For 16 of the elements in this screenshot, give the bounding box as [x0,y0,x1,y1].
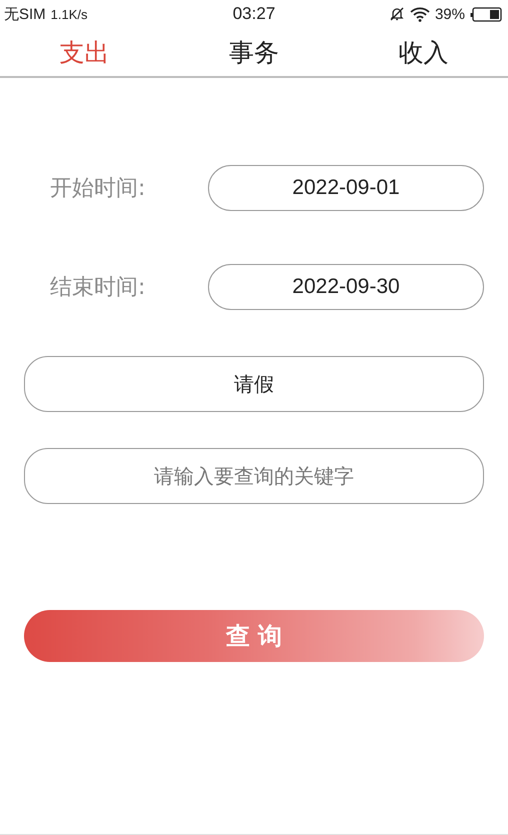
field-label: 开始时间: [50,175,146,203]
muted-bell-icon [388,6,405,22]
wifi-icon [410,6,430,22]
search-field[interactable]: 请输入要查询的关键字 [24,448,484,504]
tab[interactable]: 支出 [0,28,170,76]
battery-icon [470,6,502,22]
field-label: 结束时间: [50,274,146,302]
battery-percent: 39% [434,6,465,22]
clock: 03:27 [232,4,276,24]
date-field[interactable]: 2022-09-30 [208,264,484,310]
category-field[interactable]: 请假 [24,356,484,412]
network-speed: 1.1K/s [50,6,88,22]
date-field[interactable]: 2022-09-01 [208,165,484,211]
carrier-label: 无SIM [4,4,46,24]
tab[interactable]: 收入 [338,28,508,76]
tab[interactable]: 事务 [169,28,339,76]
